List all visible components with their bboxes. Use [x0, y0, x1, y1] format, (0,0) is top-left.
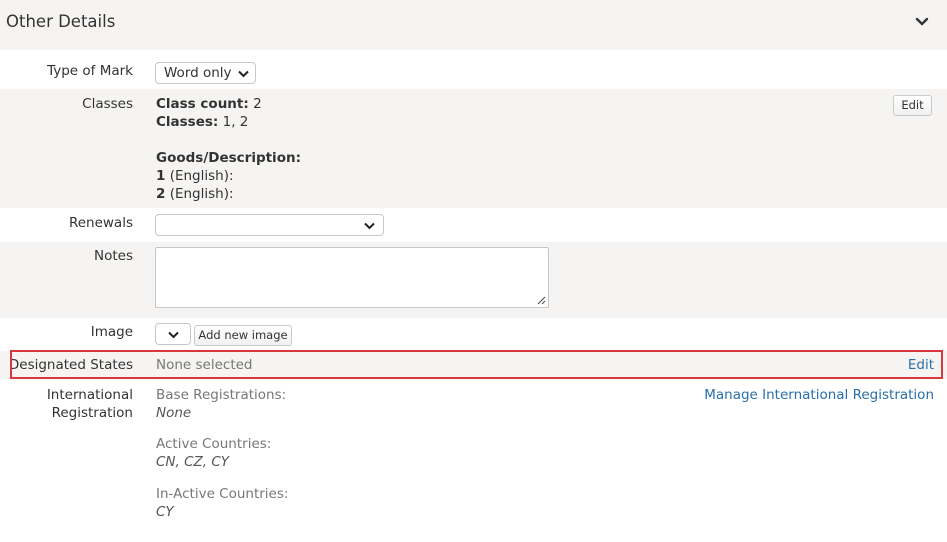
class-count-label: Class count: [156, 96, 249, 112]
goods-item: 1 (English): [156, 168, 234, 184]
base-registrations-value: None [156, 405, 192, 421]
classes-label: Classes [82, 96, 133, 112]
inactive-countries-value: CY [156, 504, 174, 520]
classes-edit-button[interactable]: Edit [893, 95, 932, 116]
type-of-mark-select[interactable]: Word only [155, 62, 256, 84]
image-label: Image [90, 324, 133, 340]
active-countries-value: CN, CZ, CY [156, 454, 230, 470]
goods-item-language: (English): [169, 186, 234, 202]
notes-row: Notes [0, 242, 947, 318]
classes-list-label: Classes: [156, 114, 219, 130]
section-header[interactable]: Other Details [0, 0, 947, 50]
resize-handle-icon[interactable] [536, 295, 546, 305]
goods-item: 2 (English): [156, 186, 234, 202]
classes-list: Classes: 1, 2 [156, 114, 248, 130]
active-countries-label: Active Countries: [156, 436, 272, 452]
base-registrations-label: Base Registrations: [156, 387, 287, 403]
goods-description-label: Goods/Description: [156, 150, 301, 166]
international-label-line2: Registration [51, 405, 133, 421]
classes-list-value: 1, 2 [222, 114, 249, 130]
class-count: Class count: 2 [156, 96, 262, 112]
type-of-mark-row: Type of Mark Word only [0, 50, 947, 89]
add-new-image-button[interactable]: Add new image [194, 325, 292, 346]
goods-item-number: 1 [156, 168, 166, 184]
chevron-down-icon [364, 222, 375, 230]
section-title: Other Details [6, 12, 116, 31]
international-label-line1: International [46, 387, 133, 403]
type-of-mark-label: Type of Mark [47, 63, 133, 79]
chevron-down-icon[interactable] [915, 15, 929, 29]
chevron-down-icon [238, 70, 249, 78]
image-row: Image Add new image [0, 318, 947, 350]
image-select[interactable] [155, 323, 191, 345]
goods-item-number: 2 [156, 186, 166, 202]
renewals-label: Renewals [68, 215, 133, 231]
type-of-mark-value: Word only [164, 65, 232, 81]
classes-row: Classes Class count: 2 Classes: 1, 2 Goo… [0, 89, 947, 208]
manage-international-registration-link[interactable]: Manage International Registration [704, 387, 934, 403]
renewals-select[interactable] [155, 214, 384, 236]
highlight-box [10, 350, 943, 379]
inactive-countries-label: In-Active Countries: [156, 486, 289, 502]
chevron-down-icon [168, 331, 179, 339]
notes-label: Notes [94, 248, 133, 264]
international-registration-row: International Registration Base Registra… [0, 379, 947, 542]
goods-item-language: (English): [169, 168, 234, 184]
class-count-value: 2 [253, 96, 262, 112]
notes-textarea[interactable] [155, 247, 549, 308]
renewals-row: Renewals [0, 208, 947, 242]
